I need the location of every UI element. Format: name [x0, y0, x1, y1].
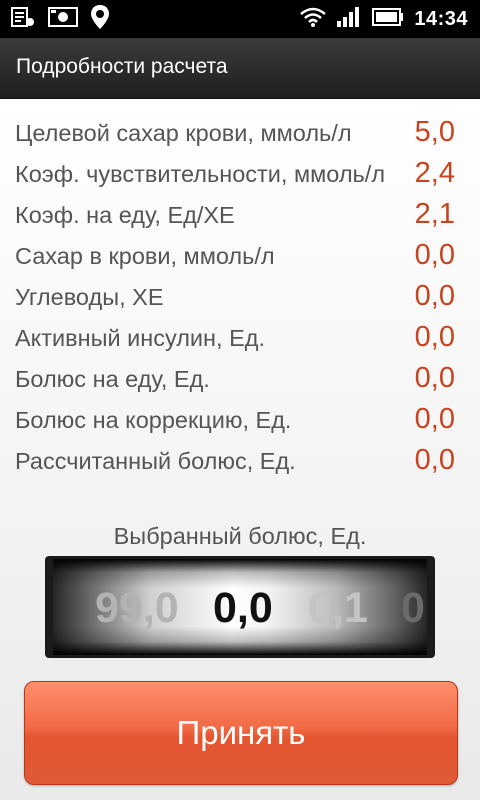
picker-value-next[interactable]: 0,1	[308, 584, 368, 633]
detail-value: 0,0	[414, 280, 455, 312]
detail-label: Сахар в крови, ммоль/л	[15, 243, 275, 269]
picker-value-next2[interactable]: 0	[401, 584, 425, 633]
detail-value: 0,0	[414, 321, 455, 353]
detail-label: Углеводы, ХЕ	[15, 284, 164, 310]
detail-row-carbs: Углеводы, ХЕ 0,0	[15, 280, 465, 320]
detail-row-calculated-bolus: Рассчитанный болюс, Ед. 0,0	[15, 444, 465, 484]
status-time: 14:34	[414, 7, 468, 30]
bolus-picker-wheel[interactable]: 99,0 0,0 0,1 0	[45, 556, 435, 658]
detail-value: 2,1	[414, 198, 455, 230]
detail-row-blood-sugar: Сахар в крови, ммоль/л 0,0	[15, 239, 465, 279]
title-bar: Подробности расчета	[0, 38, 480, 99]
detail-row-food-bolus: Болюс на еду, Ед. 0,0	[15, 362, 465, 402]
usb-debug-icon	[10, 5, 36, 34]
picker-drum[interactable]: 99,0 0,0 0,1 0	[53, 559, 427, 655]
wifi-icon	[300, 6, 327, 33]
picker-value-previous[interactable]: 99,0	[95, 584, 179, 633]
detail-label: Болюс на коррекцию, Ед.	[15, 407, 292, 433]
selected-bolus-label: Выбранный болюс, Ед.	[113, 523, 367, 549]
detail-value: 0,0	[414, 444, 455, 476]
detail-row-correction-bolus: Болюс на коррекцию, Ед. 0,0	[15, 403, 465, 443]
status-bar: 14:34	[0, 0, 480, 38]
detail-label: Коэф. чувствительности, ммоль/л	[15, 161, 386, 187]
detail-row-sensitivity: Коэф. чувствительности, ммоль/л 2,4	[15, 157, 465, 197]
detail-label: Активный инсулин, Ед.	[15, 325, 265, 351]
page-title: Подробности расчета	[16, 55, 228, 78]
detail-label: Болюс на еду, Ед.	[15, 366, 210, 392]
detail-value: 2,4	[414, 157, 455, 189]
detail-label: Целевой сахар крови, ммоль/л	[15, 120, 352, 146]
detail-row-target-sugar: Целевой сахар крови, ммоль/л 5,0	[15, 116, 465, 156]
detail-label: Коэф. на еду, Ед/ХЕ	[15, 202, 235, 228]
battery-icon	[372, 7, 404, 32]
accept-button[interactable]: Принять	[24, 681, 458, 785]
location-pin-icon	[90, 4, 110, 35]
detail-value: 0,0	[414, 403, 455, 435]
signal-icon	[336, 6, 362, 33]
detail-value: 5,0	[414, 116, 455, 148]
status-bar-system: 14:34	[300, 6, 468, 32]
detail-row-active-insulin: Активный инсулин, Ед. 0,0	[15, 321, 465, 361]
detail-value: 0,0	[414, 239, 455, 271]
picker-value-current[interactable]: 0,0	[213, 584, 273, 633]
detail-row-food-ratio: Коэф. на еду, Ед/ХЕ 2,1	[15, 198, 465, 238]
detail-value: 0,0	[414, 362, 455, 394]
status-bar-notifications	[10, 4, 110, 35]
detail-label: Рассчитанный болюс, Ед.	[15, 448, 296, 474]
screenshot-icon	[48, 6, 78, 33]
